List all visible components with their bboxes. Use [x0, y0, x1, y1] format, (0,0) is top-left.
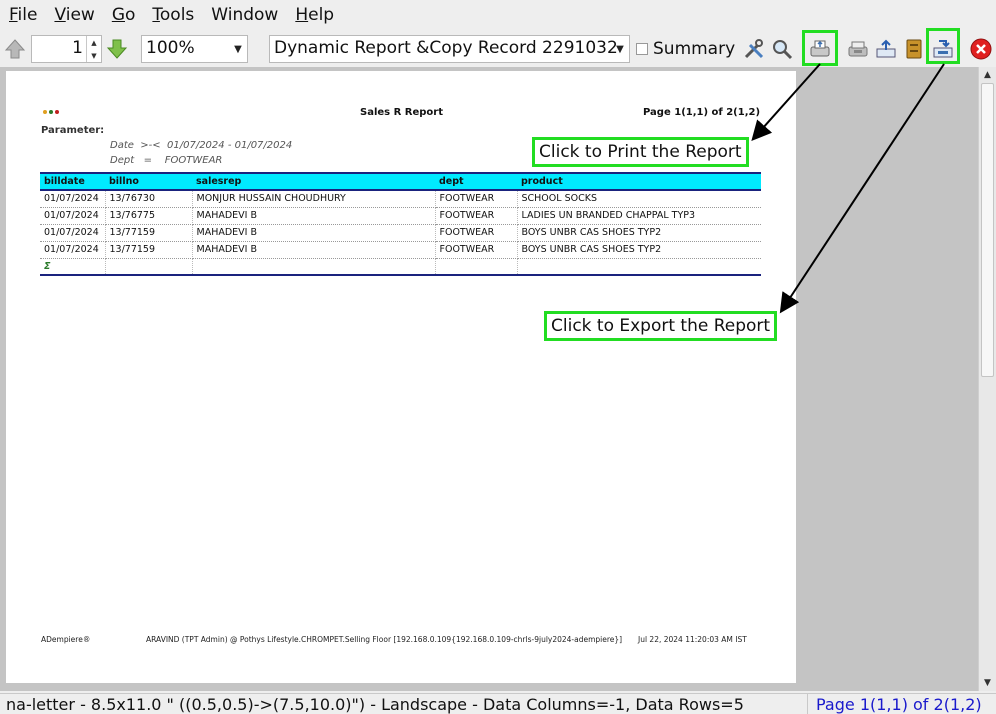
send-mail-button[interactable]	[845, 36, 871, 62]
spin-up-icon[interactable]: ▲	[91, 39, 96, 47]
zoom-select[interactable]: 100% ▼	[141, 35, 248, 63]
report-select[interactable]: Dynamic Report &Copy Record 2291032 ▼	[269, 35, 630, 63]
close-button[interactable]	[968, 36, 994, 62]
drill-button[interactable]	[901, 36, 927, 62]
status-page-indicator: Page 1(1,1) of 2(1,2)	[807, 694, 996, 714]
footer-brand: ADempiere®	[41, 635, 91, 644]
next-page-button[interactable]	[104, 36, 130, 62]
report-title: Sales R Report	[360, 107, 443, 118]
customize-button[interactable]	[741, 36, 767, 62]
table-row[interactable]: 01/07/2024 13/77159 MAHADEVI B FOOTWEAR BOYS…	[40, 241, 761, 259]
folder-icon	[906, 39, 922, 59]
export-button-highlight	[926, 28, 960, 64]
checkbox-box[interactable]	[636, 43, 648, 55]
report-canvas[interactable]: Sales R Report Page 1(1,1) of 2(1,2) Par…	[0, 67, 978, 691]
status-page-format: na-letter - 8.5x11.0 " ((0.5,0.5)->(7.5,…	[6, 695, 744, 714]
table-row[interactable]: 01/07/2024 13/76730 MONJUR HUSSAIN CHOUDHU…	[40, 190, 761, 208]
scroll-down-icon[interactable]: ▼	[979, 675, 996, 691]
close-icon	[970, 38, 992, 60]
print-button-highlight	[802, 30, 838, 66]
table-row[interactable]: 01/07/2024 13/76775 MAHADEVI B FOOTWEAR LADI…	[40, 207, 761, 225]
menu-help[interactable]: Help	[295, 5, 334, 25]
tools-icon	[744, 39, 764, 59]
summary-checkbox[interactable]: Summary	[636, 39, 735, 59]
report-page-label: Page 1(1,1) of 2(1,2)	[643, 107, 761, 118]
export-callout: Click to Export the Report	[544, 311, 778, 341]
col-salesrep[interactable]: salesrep	[192, 172, 435, 191]
mail-printer-icon	[848, 41, 868, 57]
table-header-row: billdate billno salesrep dept product	[40, 172, 761, 191]
toolbar: 1 ▲ ▼ 100% ▼ Dynamic Report &Copy Record …	[0, 28, 996, 67]
col-product[interactable]: product	[517, 172, 761, 191]
magnifier-icon	[773, 40, 793, 60]
spin-down-icon[interactable]: ▼	[91, 52, 96, 60]
menu-tools[interactable]: Tools	[152, 5, 194, 25]
arrow-up-icon	[4, 39, 26, 59]
parameter-heading: Parameter:	[41, 125, 105, 136]
company-logo	[40, 109, 62, 119]
archive-button[interactable]	[873, 36, 899, 62]
col-billno[interactable]: billno	[105, 172, 192, 191]
find-button[interactable]	[769, 36, 795, 62]
status-bar: na-letter - 8.5x11.0 " ((0.5,0.5)->(7.5,…	[0, 693, 996, 714]
chevron-down-icon: ▼	[234, 43, 242, 55]
col-billdate[interactable]: billdate	[40, 172, 105, 191]
menu-bar: File View Go Tools Window Help	[0, 0, 996, 30]
col-dept[interactable]: dept	[435, 172, 517, 191]
footer-timestamp: Jul 22, 2024 11:20:03 AM IST	[638, 635, 747, 644]
table-sum-row: Σ	[40, 257, 761, 276]
menu-view[interactable]: View	[54, 5, 94, 25]
print-callout: Click to Print the Report	[532, 137, 749, 167]
page-number-spinner[interactable]: 1 ▲ ▼	[31, 35, 102, 63]
menu-file[interactable]: File	[9, 5, 37, 25]
table-row[interactable]: 01/07/2024 13/77159 MAHADEVI B FOOTWEAR BOYS…	[40, 224, 761, 242]
scroll-up-icon[interactable]: ▲	[979, 67, 996, 83]
arrow-down-icon	[106, 39, 128, 59]
menu-window[interactable]: Window	[211, 5, 278, 25]
scroll-thumb[interactable]	[981, 83, 994, 377]
previous-page-button[interactable]	[2, 36, 28, 62]
param-dept: Dept = FOOTWEAR	[110, 155, 223, 166]
param-date: Date >-< 01/07/2024 - 01/07/2024	[110, 140, 293, 151]
archive-icon	[876, 39, 896, 58]
vertical-scrollbar[interactable]: ▲ ▼	[978, 67, 996, 691]
report-table: billdate billno salesrep dept product 01…	[40, 172, 761, 276]
chevron-down-icon: ▼	[616, 43, 624, 55]
sum-icon: Σ	[44, 260, 51, 272]
menu-go[interactable]: Go	[112, 5, 136, 25]
footer-session: ARAVIND (TPT Admin) @ Pothys Lifestyle.C…	[146, 635, 623, 644]
